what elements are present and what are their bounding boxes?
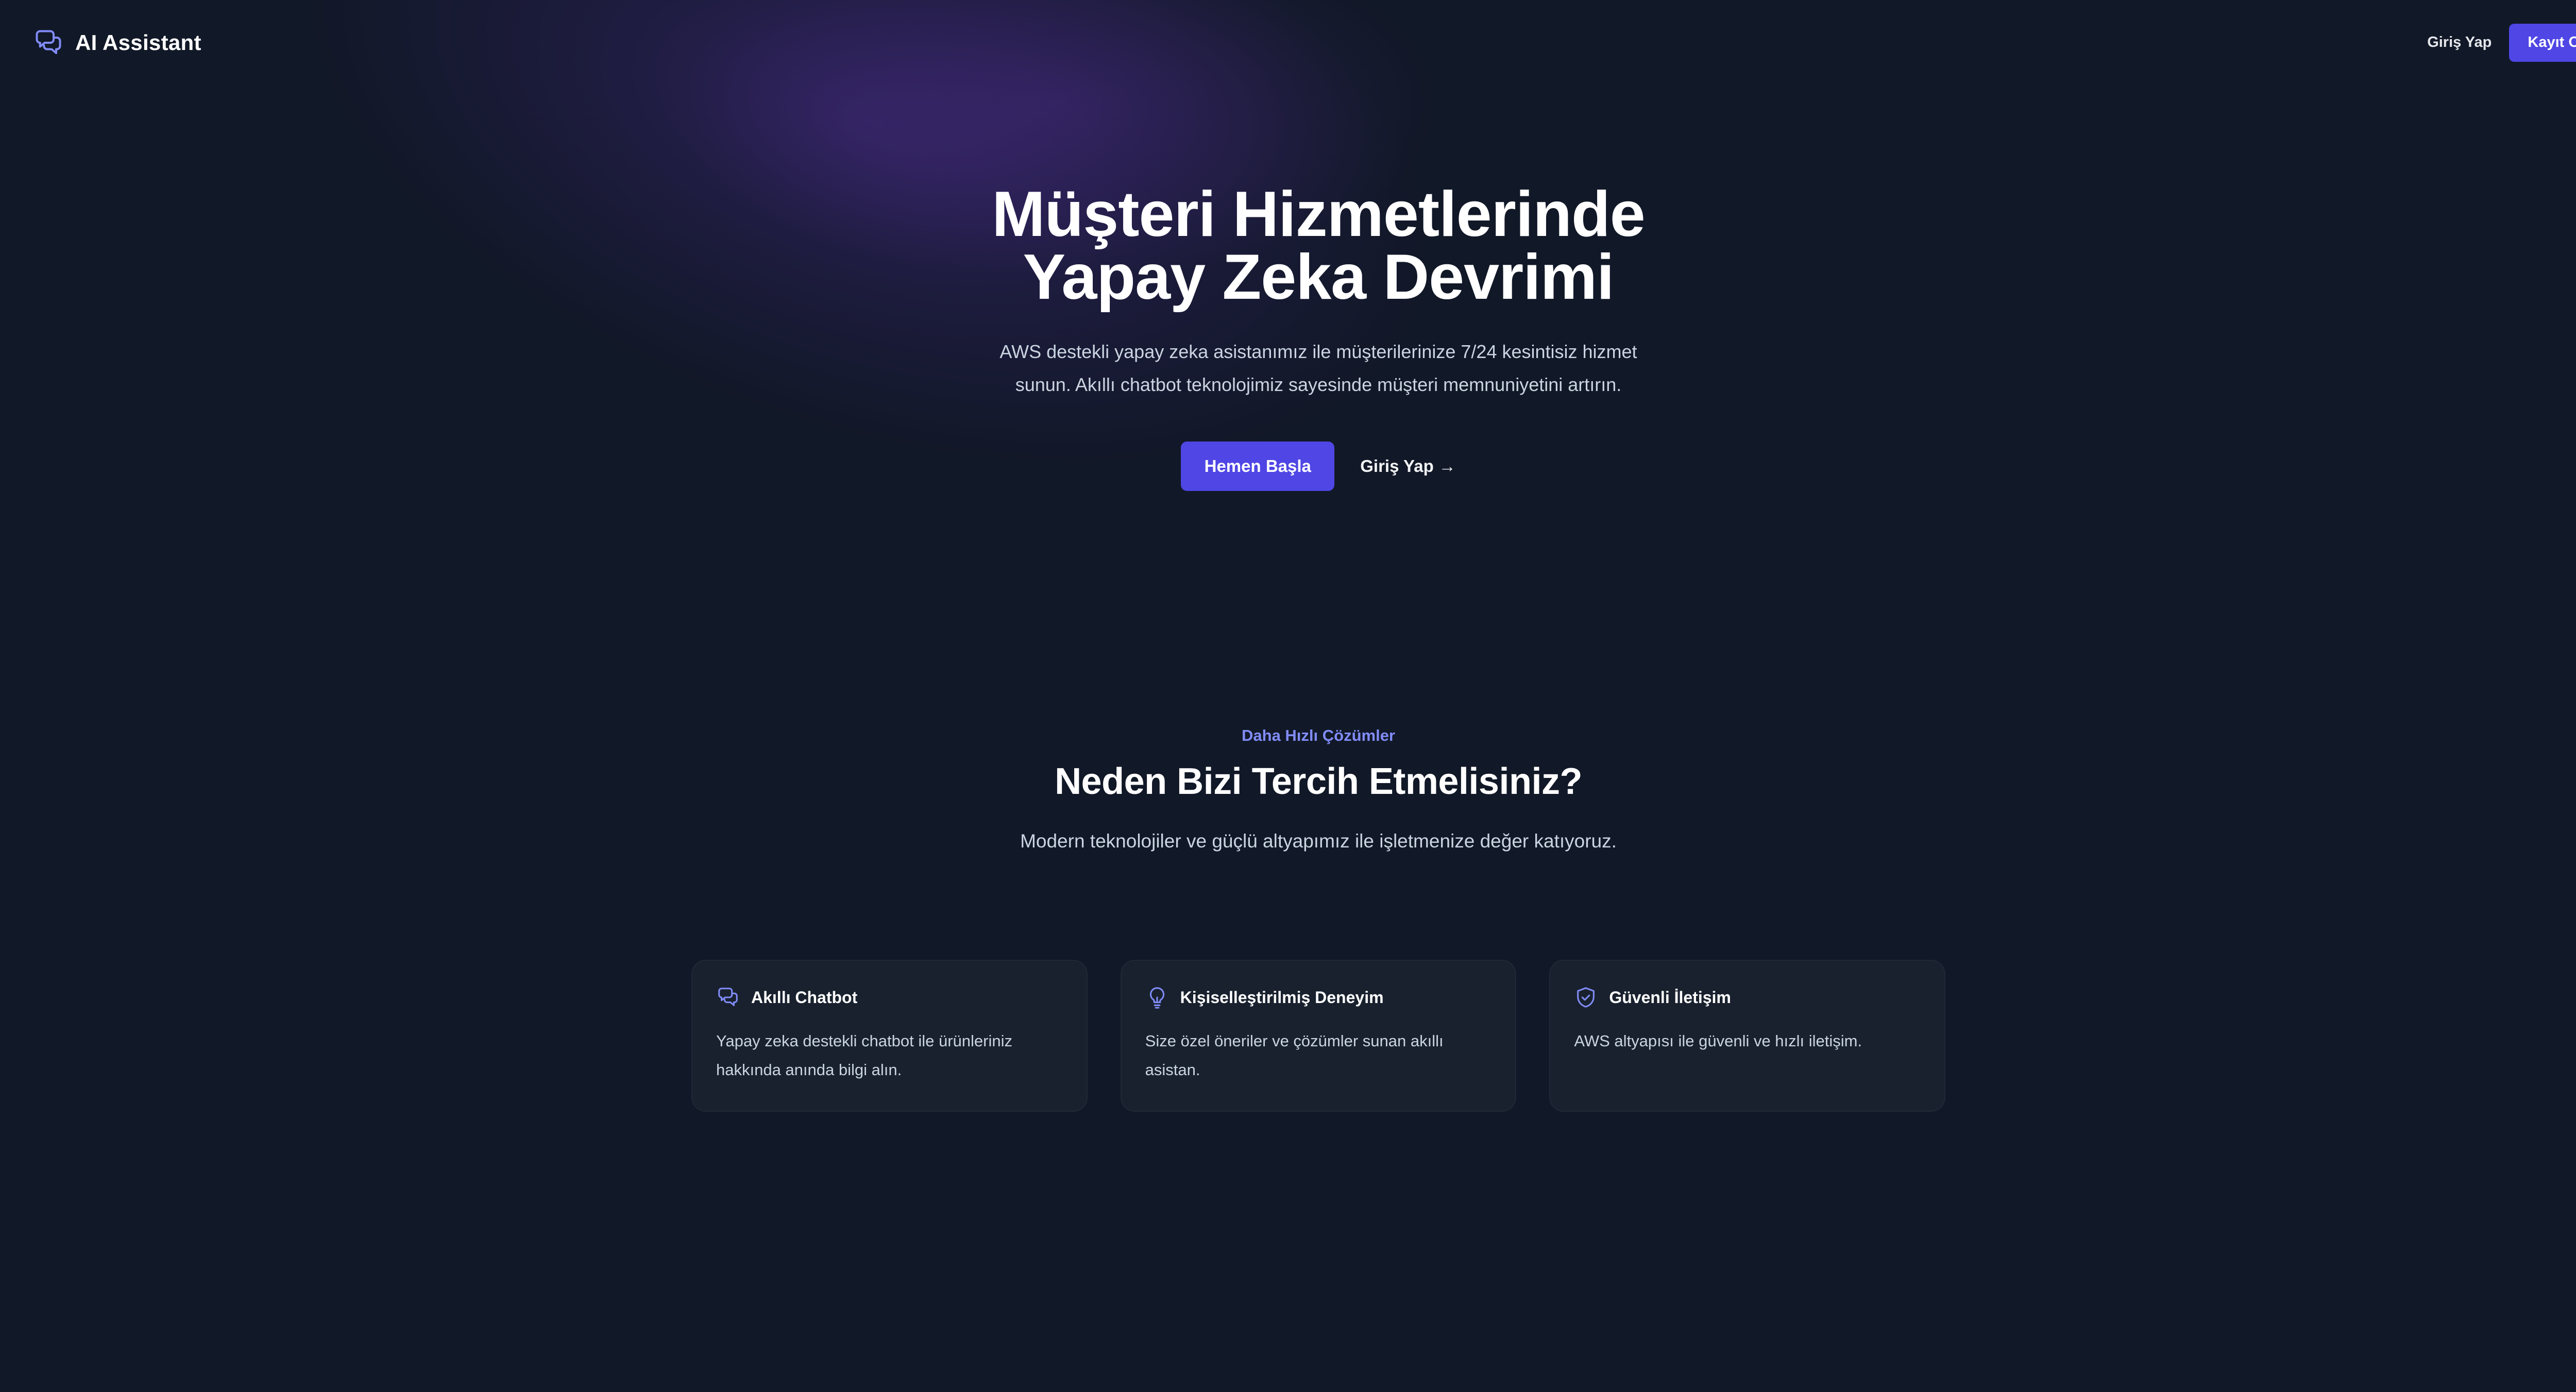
get-started-button[interactable]: Hemen Başla (1181, 442, 1335, 491)
landing-page: AI Assistant Giriş Yap Kayıt Ol Müşteri … (0, 0, 2576, 1392)
features-eyebrow: Daha Hızlı Çözümler (1242, 726, 1395, 744)
feature-card-header: Kişiselleştirilmiş Deneyim (1145, 986, 1492, 1009)
feature-card-title: Akıllı Chatbot (751, 988, 858, 1007)
brand-name: AI Assistant (75, 30, 201, 55)
hero-actions: Hemen Başla Giriş Yap → (0, 442, 2576, 491)
hero-login-link[interactable]: Giriş Yap → (1360, 456, 1455, 476)
feature-card-text: Size özel öneriler ve çözümler sunan akı… (1145, 1032, 1444, 1079)
hero-subtitle: AWS destekli yapay zeka asistanımız ile … (999, 341, 1637, 395)
chat-bubbles-icon (718, 988, 738, 1006)
features-header: Daha Hızlı Çözümler Neden Bizi Tercih Et… (0, 726, 2576, 852)
feature-card-chatbot: Akıllı Chatbot Yapay zeka destekli chatb… (691, 960, 1088, 1112)
feature-card-header: Akıllı Chatbot (716, 986, 1063, 1009)
hero-title: Müşteri Hizmetlerinde Yapay Zeka Devrimi (0, 179, 2576, 313)
hero-section: Müşteri Hizmetlerinde Yapay Zeka Devrimi… (0, 179, 2576, 491)
brand-logo[interactable]: AI Assistant (33, 27, 201, 58)
feature-card-header: Güvenli İletişim (1574, 986, 1921, 1009)
header-nav: Giriş Yap Kayıt Ol (2426, 23, 2576, 62)
lightbulb-icon (1149, 987, 1164, 1009)
chat-bubbles-icon (36, 30, 61, 54)
top-navbar: AI Assistant Giriş Yap Kayıt Ol (0, 0, 2576, 85)
hero-login-label: Giriş Yap (1360, 456, 1434, 476)
features-subtitle: Modern teknolojiler ve güçlü altyapımız … (1020, 830, 1617, 852)
feature-card-text: AWS altyapısı ile güvenli ve hızlı ileti… (1574, 1032, 1862, 1050)
hero-title-line-2: Yapay Zeka Devrimi (1023, 242, 1615, 313)
shield-check-icon (1577, 987, 1595, 1008)
feature-card-security: Güvenli İletişim AWS altyapısı ile güven… (1549, 960, 1946, 1112)
arrow-right-icon: → (1438, 456, 1456, 476)
feature-card-title: Kişiselleştirilmiş Deneyim (1180, 988, 1384, 1007)
signup-button[interactable]: Kayıt Ol (2509, 23, 2576, 62)
features-title: Neden Bizi Tercih Etmelisiniz? (1055, 761, 1582, 802)
feature-card-title: Güvenli İletişim (1609, 988, 1731, 1007)
login-link[interactable]: Giriş Yap (2426, 29, 2493, 56)
feature-card-text: Yapay zeka destekli chatbot ile ürünleri… (716, 1032, 1012, 1079)
feature-cards: Akıllı Chatbot Yapay zeka destekli chatb… (691, 960, 1946, 1112)
feature-card-personalized: Kişiselleştirilmiş Deneyim Size özel öne… (1120, 960, 1517, 1112)
hero-title-line-1: Müşteri Hizmetlerinde (992, 179, 1646, 250)
